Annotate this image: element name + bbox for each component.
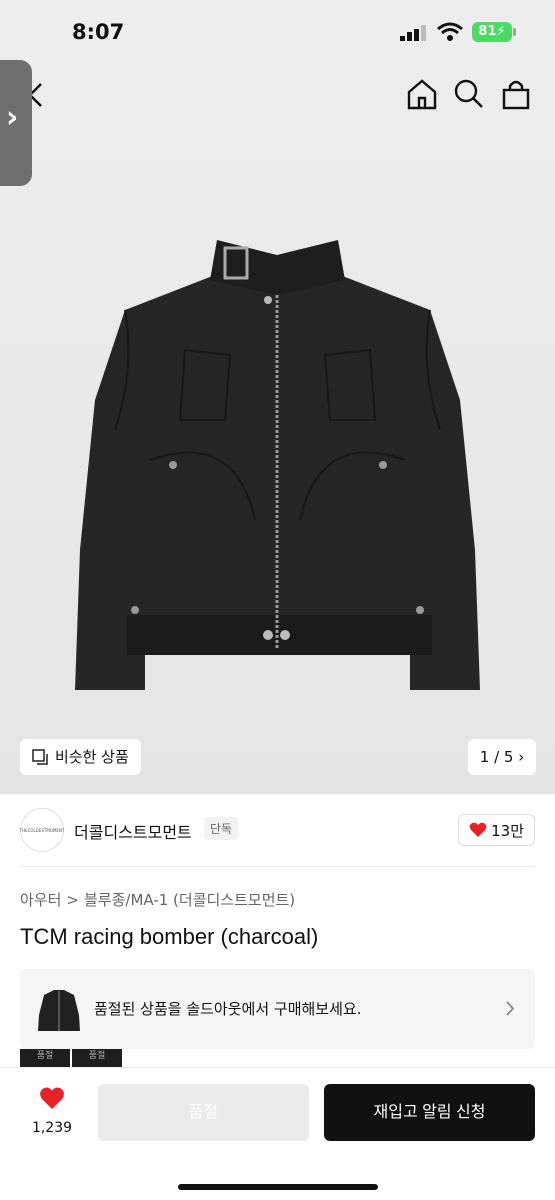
mini-thumb-soldout[interactable]: 품절 bbox=[72, 1049, 122, 1069]
breadcrumb-separator: > bbox=[66, 891, 79, 909]
soldout-banner-text: 품절된 상품을 솔드아웃에서 구매해보세요. bbox=[94, 1000, 362, 1018]
bottom-action-bar: 1,239 품절 재입고 알림 신청 bbox=[0, 1067, 555, 1200]
exclusive-badge: 단독 bbox=[204, 817, 239, 840]
side-drawer-tab[interactable]: › bbox=[0, 60, 32, 186]
heart-icon bbox=[469, 822, 487, 837]
brand-like-button[interactable]: 13만 bbox=[458, 814, 535, 846]
home-indicator[interactable] bbox=[178, 1184, 378, 1190]
search-icon[interactable] bbox=[453, 78, 485, 110]
divider bbox=[20, 866, 535, 867]
top-navigation bbox=[0, 70, 555, 120]
battery-cap bbox=[513, 28, 516, 36]
similar-products-label: 비슷한 상품 bbox=[55, 748, 129, 766]
jacket-product-image bbox=[75, 240, 480, 690]
jacket-thumbnail bbox=[38, 990, 80, 1031]
similar-products-button[interactable]: 비슷한 상품 bbox=[20, 739, 141, 775]
breadcrumb-subcategory[interactable]: 블루종/MA-1 (더콜디스트모먼트) bbox=[84, 891, 295, 909]
status-bar: 8:07 81⚡ bbox=[0, 0, 555, 64]
product-page: 비슷한 상품 1 / 5 › 8:07 81⚡ › THECOLDESTMOME… bbox=[0, 0, 555, 1200]
chevron-right-icon bbox=[506, 1001, 515, 1016]
clock: 8:07 bbox=[72, 20, 125, 44]
wifi-icon bbox=[437, 22, 463, 41]
mini-thumb-row: 품절 품절 bbox=[20, 1049, 124, 1069]
soldout-button[interactable]: 품절 bbox=[98, 1084, 309, 1141]
soldout-banner[interactable]: 품절된 상품을 솔드아웃에서 구매해보세요. bbox=[20, 969, 535, 1049]
product-title: TCM racing bomber (charcoal) bbox=[20, 924, 319, 949]
similar-items-icon bbox=[32, 748, 48, 765]
battery-icon: 81⚡ bbox=[472, 22, 512, 42]
mini-thumb-soldout[interactable]: 품절 bbox=[20, 1049, 70, 1069]
image-pager[interactable]: 1 / 5 › bbox=[468, 739, 536, 775]
breadcrumb: 아우터 > 블루종/MA-1 (더콜디스트모먼트) bbox=[20, 889, 295, 910]
cellular-signal-icon bbox=[400, 25, 426, 41]
brand-like-count: 13만 bbox=[491, 821, 524, 840]
brand-row[interactable]: THECOLDESTMOMENT 더콜디스트모먼트 단독 13만 bbox=[20, 808, 535, 854]
breadcrumb-category[interactable]: 아우터 bbox=[20, 891, 61, 909]
favorite-button[interactable]: 1,239 bbox=[28, 1086, 76, 1136]
shopping-bag-icon[interactable] bbox=[500, 78, 532, 110]
restock-alert-button[interactable]: 재입고 알림 신청 bbox=[324, 1084, 535, 1141]
side-tab-chevron: › bbox=[6, 100, 19, 135]
favorite-count: 1,239 bbox=[31, 1120, 73, 1136]
brand-logo[interactable]: THECOLDESTMOMENT bbox=[20, 808, 64, 852]
heart-icon bbox=[40, 1087, 64, 1109]
brand-logo-text: THECOLDESTMOMENT bbox=[19, 827, 65, 833]
brand-name[interactable]: 더콜디스트모먼트 bbox=[74, 819, 192, 843]
home-icon[interactable] bbox=[406, 78, 438, 110]
